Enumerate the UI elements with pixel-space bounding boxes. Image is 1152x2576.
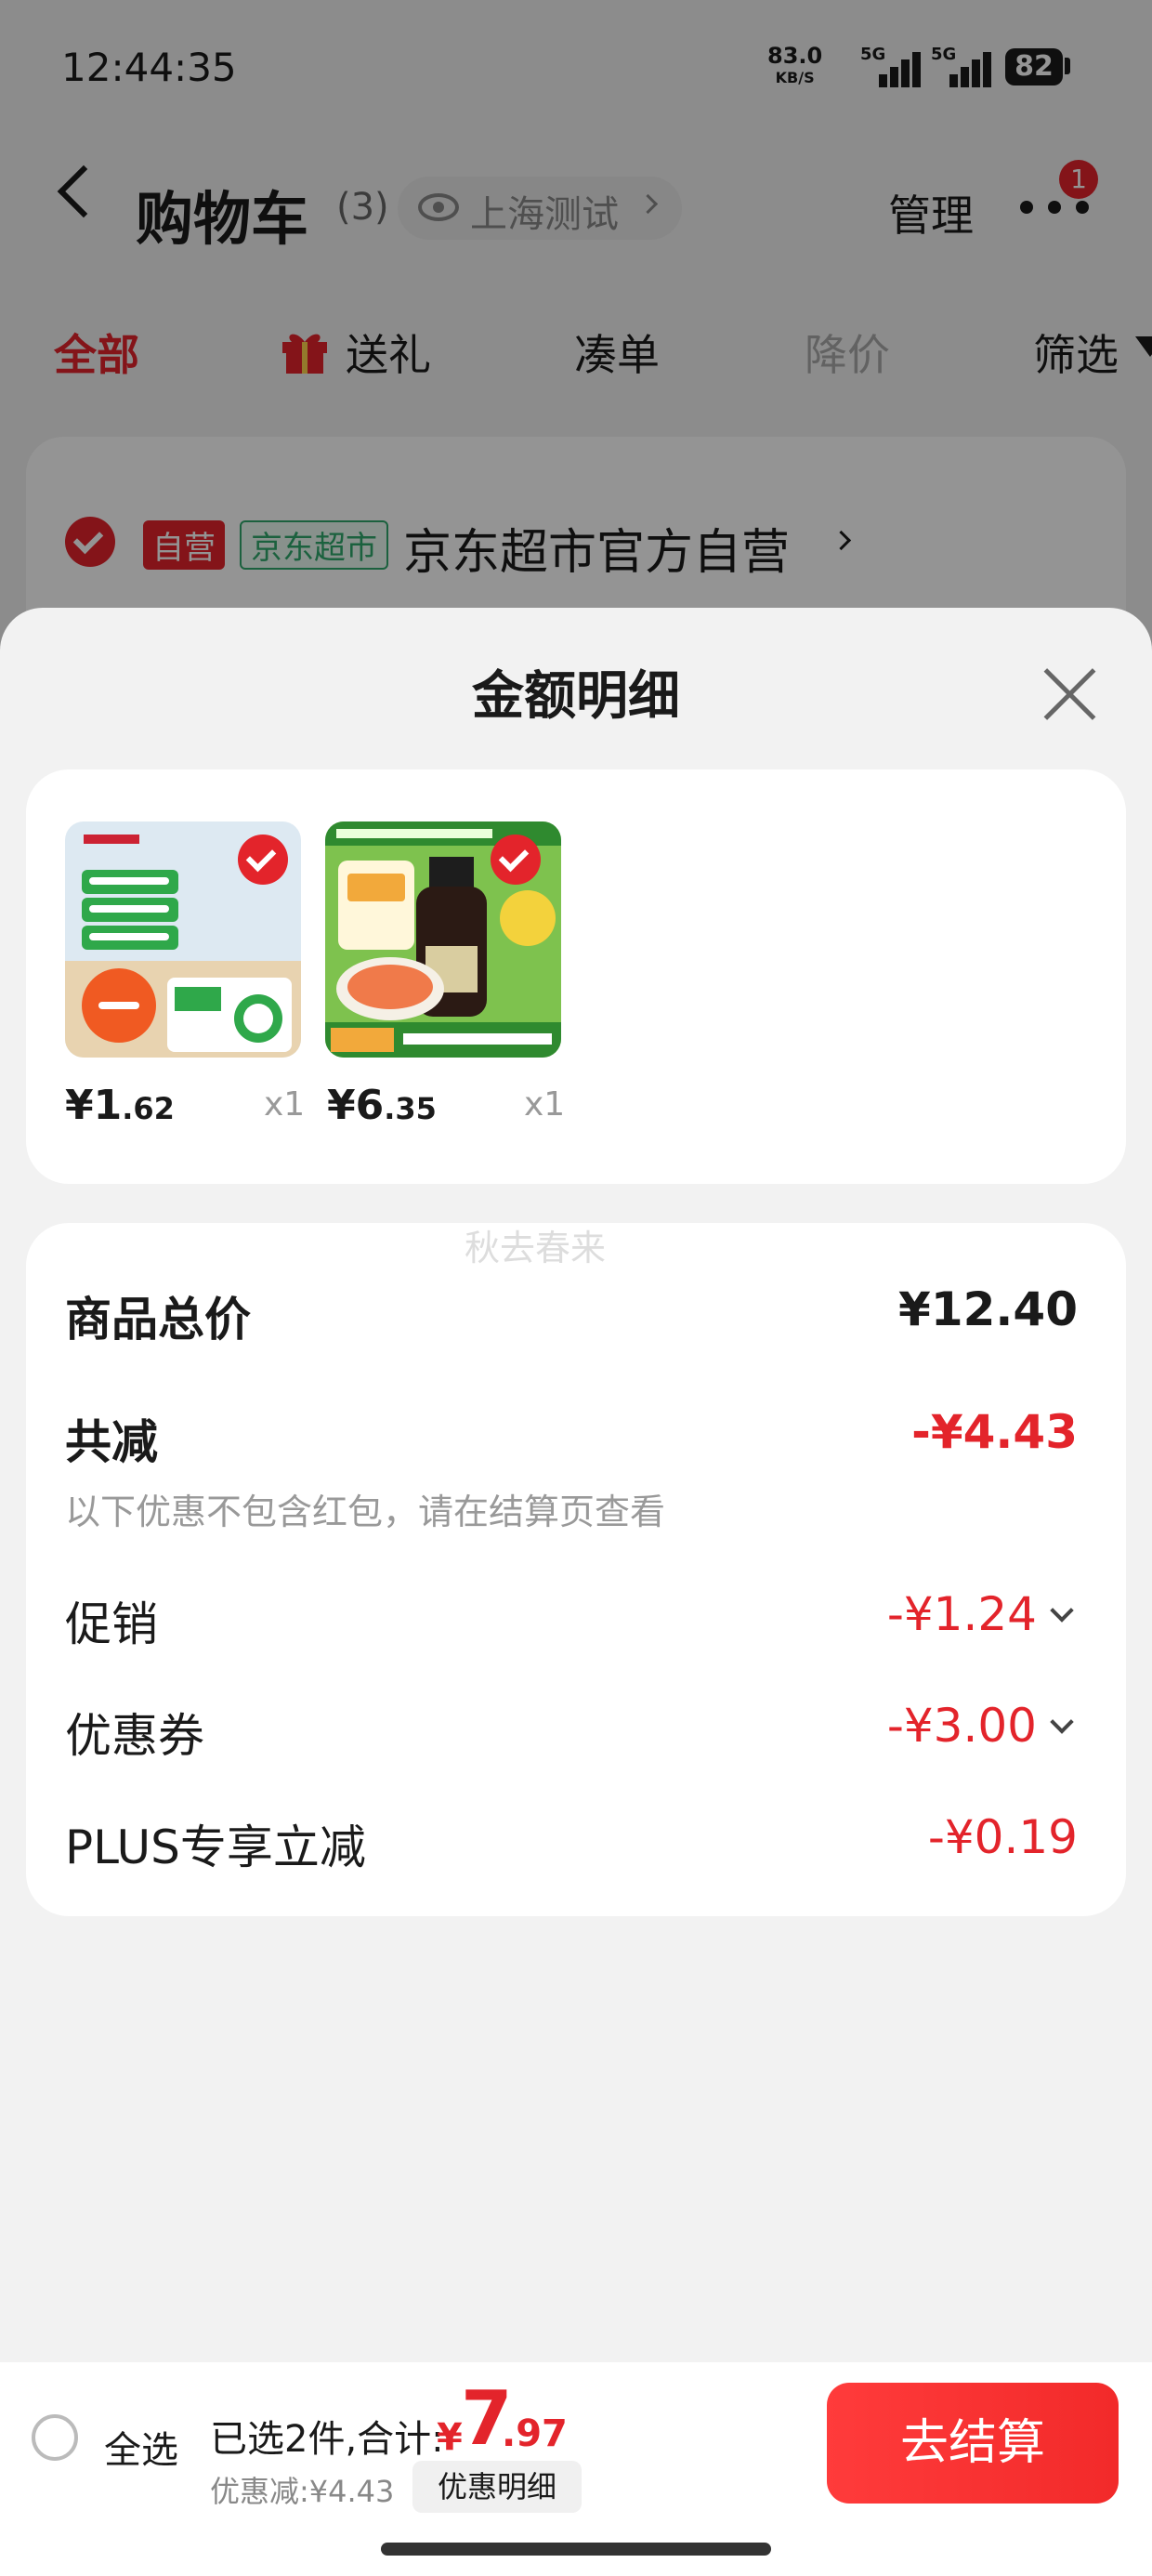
- total-reduce-value: -¥4.43: [911, 1405, 1078, 1459]
- discount-summary: 优惠减:¥4.43: [210, 2474, 395, 2509]
- product-thumbnail[interactable]: [65, 821, 301, 1058]
- select-all-label[interactable]: 全选: [104, 2420, 178, 2474]
- select-all-checkbox[interactable]: [32, 2414, 78, 2461]
- item-qty: x1: [524, 1085, 566, 1124]
- plus-discount-label: PLUS专享立减: [65, 1820, 366, 1874]
- coupon-value[interactable]: -¥3.00: [887, 1699, 1037, 1753]
- close-icon[interactable]: [1039, 664, 1100, 725]
- total-price-value: ¥12.40: [898, 1282, 1078, 1336]
- price-int: ¥6: [327, 1082, 385, 1129]
- item-qty: x1: [264, 1085, 306, 1124]
- coupon-label: 优惠券: [65, 1709, 204, 1763]
- home-indicator: [381, 2543, 771, 2556]
- product-thumbnail[interactable]: [325, 821, 561, 1058]
- watermark-text: 秋去春来: [465, 1228, 607, 1268]
- selected-count-text: 已选2件,合计:: [210, 2418, 444, 2461]
- price-dec: .35: [384, 1091, 437, 1126]
- price-int: ¥1: [65, 1082, 123, 1129]
- item-check-icon: [491, 835, 541, 885]
- total-price-label: 商品总价: [65, 1293, 251, 1347]
- modal-overlay[interactable]: [0, 0, 1152, 651]
- discount-detail-button[interactable]: 优惠明细: [412, 2461, 582, 2513]
- total-currency: ¥: [437, 2416, 463, 2459]
- reduce-note: 以下优惠不包含红包，请在结算页查看: [65, 1492, 666, 1532]
- sheet-title: 金额明细: [472, 666, 680, 727]
- checkout-button[interactable]: 去结算: [827, 2383, 1119, 2504]
- item-price: ¥6.35: [327, 1082, 437, 1129]
- price-dec: .62: [122, 1091, 175, 1126]
- item-check-icon: [238, 835, 288, 885]
- total-reduce-label: 共减: [65, 1415, 158, 1469]
- plus-discount-value: -¥0.19: [927, 1810, 1078, 1864]
- item-price: ¥1.62: [65, 1082, 175, 1129]
- promo-value[interactable]: -¥1.24: [887, 1587, 1037, 1641]
- total-amount-dec: .97: [502, 2412, 568, 2455]
- promo-label: 促销: [65, 1597, 158, 1651]
